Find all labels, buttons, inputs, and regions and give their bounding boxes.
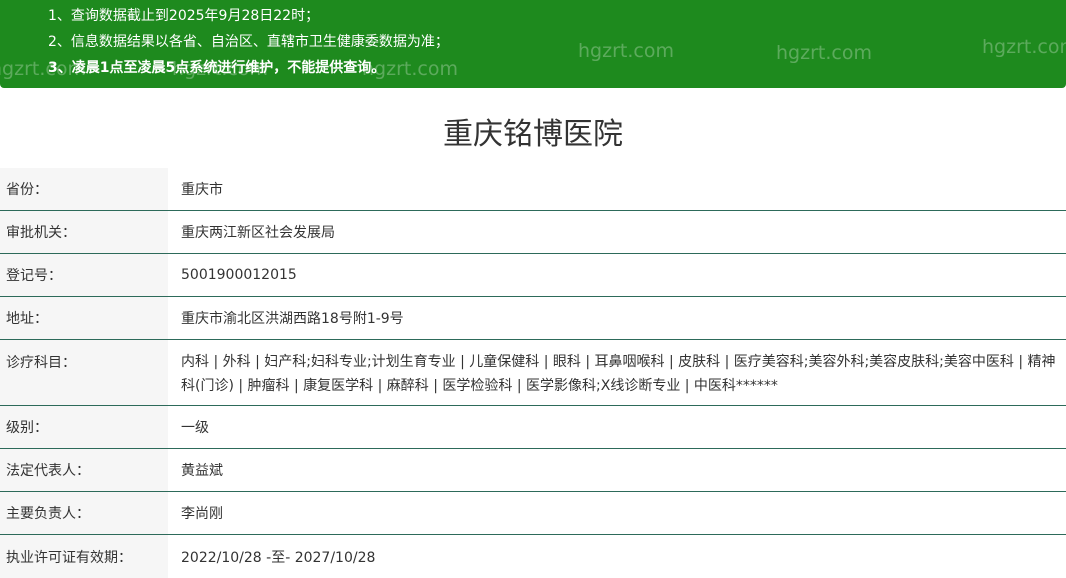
field-label: 地址：: [0, 297, 168, 339]
table-row-level: 级别： 一级: [0, 406, 1066, 449]
field-value: 2022/10/28 -至- 2027/10/28: [181, 549, 376, 566]
table-row-address: 地址： 重庆市渝北区洪湖西路18号附1-9号: [0, 297, 1066, 340]
notice-banner: 1、查询数据截止到2025年9月28日22时； 2、信息数据结果以各省、自治区、…: [0, 0, 1066, 88]
field-value: 内科 | 外科 | 妇产科;妇科专业;计划生育专业 | 儿童保健科 | 眼科 |…: [181, 354, 1056, 394]
field-value: 重庆两江新区社会发展局: [181, 225, 335, 241]
field-label: 省份：: [0, 168, 168, 210]
table-row-registration-number: 登记号： 5001900012015: [0, 254, 1066, 297]
field-label: 主要负责人：: [0, 492, 168, 534]
field-label: 法定代表人：: [0, 449, 168, 491]
page-title: 重庆铭博医院: [443, 117, 623, 152]
table-row-principal: 主要负责人： 李尚刚: [0, 492, 1066, 535]
table-row-license-validity: 执业许可证有效期： 2022/10/28 -至- 2027/10/28: [0, 535, 1066, 578]
notice-line-3: 3、凌晨1点至凌晨5点系统进行维护，不能提供查询。: [48, 60, 386, 76]
info-table: 省份： 重庆市 审批机关： 重庆两江新区社会发展局 登记号： 500190001…: [0, 168, 1066, 578]
table-row-legal-representative: 法定代表人： 黄益斌: [0, 449, 1066, 492]
field-value: 5001900012015: [181, 267, 297, 283]
field-label: 审批机关：: [0, 211, 168, 253]
field-value: 黄益斌: [181, 463, 223, 479]
field-label: 诊疗科目：: [0, 340, 168, 405]
table-row-province: 省份： 重庆市: [0, 168, 1066, 211]
notice-line-1: 1、查询数据截止到2025年9月28日22时；: [48, 8, 320, 24]
field-value: 重庆市渝北区洪湖西路18号附1-9号: [181, 311, 404, 327]
field-value: 一级: [181, 420, 209, 436]
field-value: 李尚刚: [181, 506, 223, 522]
table-row-approval-authority: 审批机关： 重庆两江新区社会发展局: [0, 211, 1066, 254]
field-value: 重庆市: [181, 182, 223, 198]
table-row-departments: 诊疗科目： 内科 | 外科 | 妇产科;妇科专业;计划生育专业 | 儿童保健科 …: [0, 340, 1066, 406]
field-label: 级别：: [0, 406, 168, 448]
field-label: 执业许可证有效期：: [0, 535, 168, 578]
field-label: 登记号：: [0, 254, 168, 296]
notice-line-2: 2、信息数据结果以各省、自治区、直辖市卫生健康委数据为准；: [48, 34, 449, 50]
